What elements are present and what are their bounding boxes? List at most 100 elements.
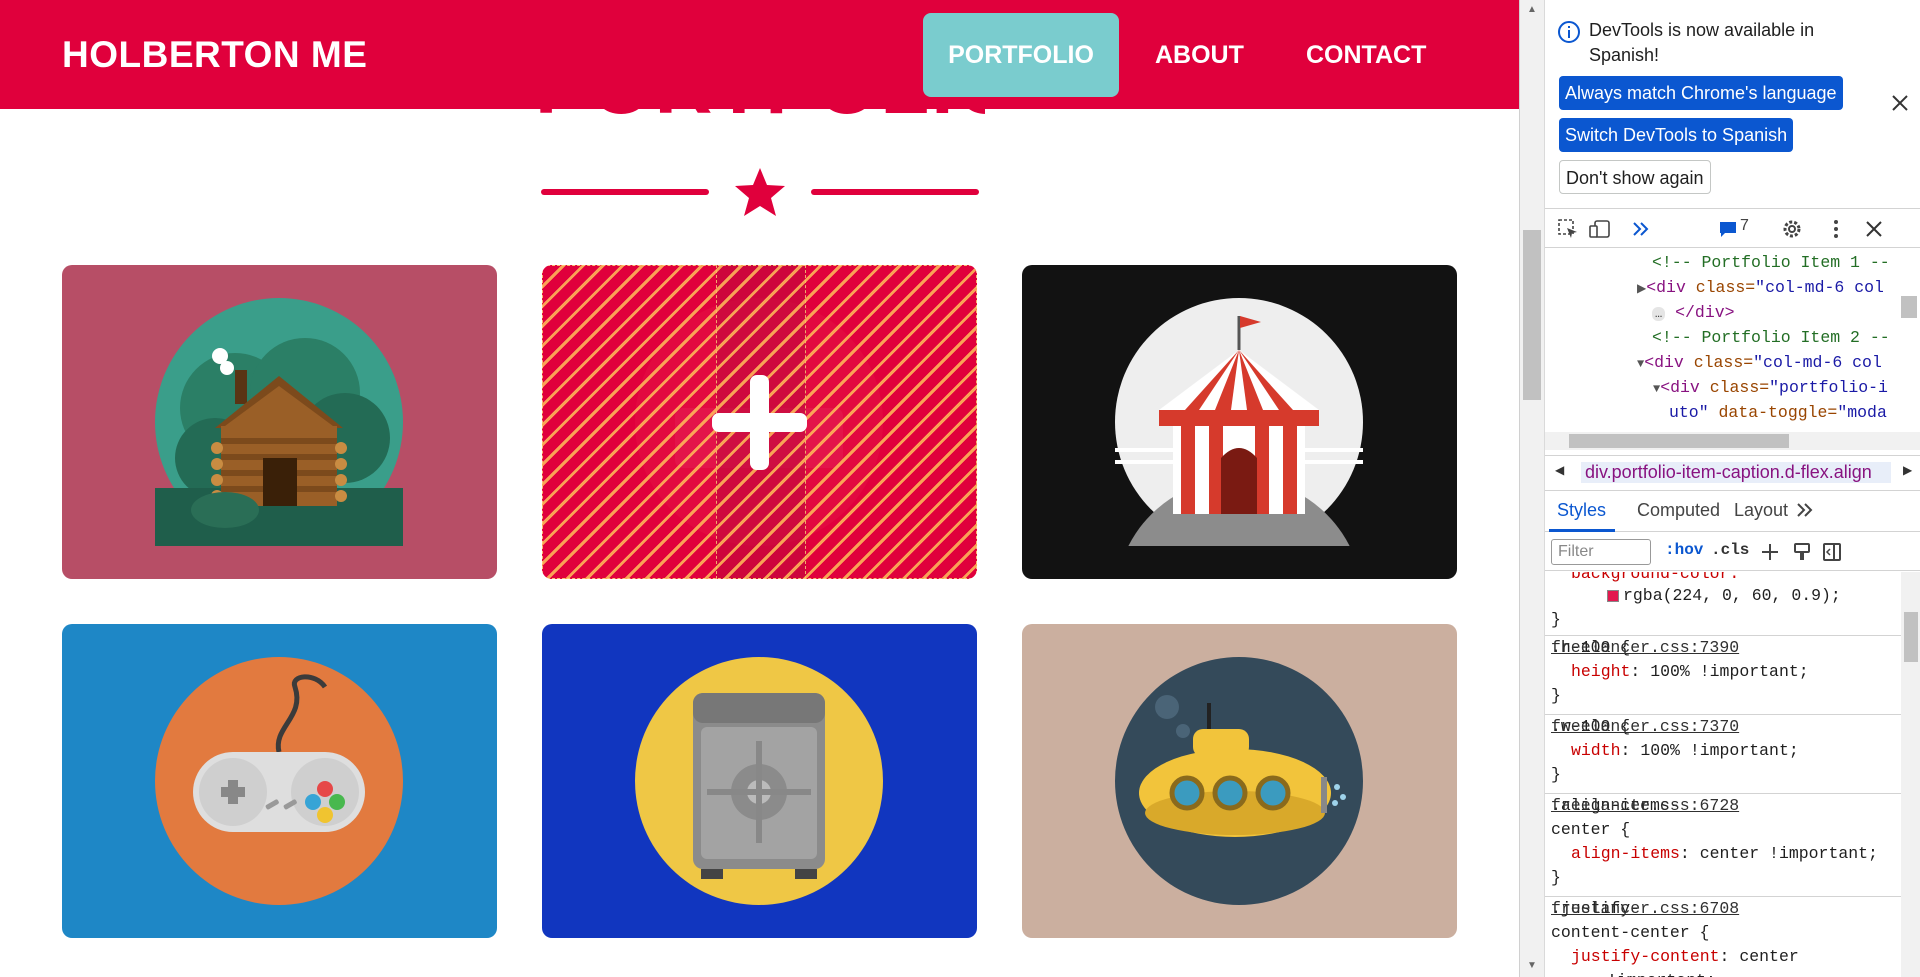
divider-line-left: [541, 189, 709, 195]
css-selector-cont[interactable]: content-center {: [1551, 921, 1709, 945]
device-toolbar-icon[interactable]: [1589, 218, 1611, 240]
tree-scrollbar-thumb[interactable]: [1901, 296, 1917, 318]
css-source-link[interactable]: freelancer.css:7370: [1551, 715, 1897, 739]
close-icon[interactable]: [1889, 92, 1911, 114]
css-property-value[interactable]: rgba(224, 0, 60, 0.9);: [1607, 584, 1841, 608]
settings-gear-icon[interactable]: [1781, 218, 1803, 240]
breadcrumb-right-arrow-icon[interactable]: ▶: [1903, 463, 1912, 477]
css-value-text: : center: [1719, 947, 1799, 966]
styles-filter-input[interactable]: Filter: [1551, 539, 1651, 565]
css-property-name: align-items: [1571, 844, 1680, 863]
css-source-link[interactable]: freelancer.css:7390: [1551, 636, 1897, 660]
portfolio-item-submarine[interactable]: [1022, 624, 1457, 938]
hov-toggle-button[interactable]: :hov: [1665, 541, 1703, 559]
css-value-text: : 100% !important;: [1620, 741, 1799, 760]
scroll-up-arrow-icon[interactable]: ▲: [1527, 4, 1537, 15]
dont-show-again-button[interactable]: Don't show again: [1559, 160, 1711, 194]
inspect-element-icon[interactable]: [1557, 218, 1579, 240]
brand-link[interactable]: HOLBERTON ME: [62, 34, 367, 76]
cls-toggle-button[interactable]: .cls: [1711, 541, 1749, 559]
always-match-language-button[interactable]: Always match Chrome's language: [1559, 76, 1843, 110]
scroll-down-arrow-icon[interactable]: ▼: [1527, 960, 1537, 971]
attr-name: class=: [1695, 278, 1756, 297]
devtools-toolbar: 7: [1545, 208, 1920, 248]
nav-about[interactable]: ABOUT: [1130, 13, 1269, 97]
css-source-link[interactable]: freelancer.css:6708: [1551, 897, 1897, 921]
active-tab-indicator: [1549, 529, 1615, 532]
styles-toolbar: Filter :hov .cls: [1545, 533, 1920, 571]
close-devtools-icon[interactable]: [1863, 218, 1885, 240]
styles-scrollbar[interactable]: [1901, 572, 1920, 977]
tree-node-div[interactable]: ▼<div class="col-md-6 col: [1637, 350, 1882, 375]
attr-value: "moda: [1837, 403, 1887, 422]
css-selector-cont[interactable]: center {: [1551, 818, 1630, 842]
new-style-rule-icon[interactable]: [1759, 541, 1781, 563]
tree-horizontal-scrollbar[interactable]: [1545, 432, 1920, 450]
tab-styles[interactable]: Styles: [1557, 500, 1606, 521]
portfolio-item-hovered[interactable]: [542, 265, 977, 579]
rule-close-brace: }: [1551, 868, 1561, 887]
tag-text: <div: [1646, 278, 1696, 297]
plus-icon: [712, 375, 807, 470]
breadcrumb-left-arrow-icon[interactable]: ◀: [1555, 463, 1564, 477]
attr-value: "col-md-6 col: [1755, 278, 1884, 297]
attr-value: uto": [1669, 403, 1709, 422]
cabin-illustration: [155, 298, 403, 546]
kebab-menu-icon[interactable]: [1825, 218, 1847, 240]
devtools-panel: ▲ ▼ DevTools is now available in Spanish…: [1519, 0, 1920, 977]
submarine-illustration: [1115, 657, 1363, 905]
tree-node-div[interactable]: ▼<div class="portfolio-i: [1653, 375, 1888, 400]
attr-value: "portfolio-i: [1769, 378, 1888, 397]
tab-layout[interactable]: Layout: [1734, 500, 1788, 521]
ellipsis-badge[interactable]: …: [1652, 307, 1666, 321]
breadcrumb-item[interactable]: div.portfolio-item-caption.d-flex.align: [1581, 462, 1891, 483]
tree-node-comment[interactable]: <!-- Portfolio Item 2 --: [1652, 325, 1890, 350]
css-declaration[interactable]: justify-content: center: [1571, 945, 1799, 969]
star-icon: [735, 168, 785, 216]
page-scrollbar[interactable]: ▲ ▼: [1520, 0, 1545, 977]
rule-close-brace: }: [1551, 610, 1561, 629]
navbar: HOLBERTON ME PORTFOLIO ABOUT CONTACT: [0, 0, 1519, 109]
tree-node-collapsed[interactable]: … </div>: [1652, 300, 1735, 325]
tab-computed[interactable]: Computed: [1637, 500, 1720, 521]
styles-scrollbar-thumb[interactable]: [1904, 612, 1918, 662]
page-scrollbar-thumb[interactable]: [1523, 230, 1541, 400]
issues-icon[interactable]: [1717, 218, 1739, 240]
css-value-cont: !important;: [1607, 969, 1716, 977]
nav-portfolio[interactable]: PORTFOLIO: [923, 13, 1119, 97]
circus-tent-illustration: [1115, 298, 1363, 546]
safe-illustration: [635, 657, 883, 905]
tree-node-div[interactable]: ▶<div class="col-md-6 col: [1637, 275, 1884, 300]
more-tabs-icon[interactable]: [1795, 500, 1815, 520]
portfolio-item-game[interactable]: [62, 624, 497, 938]
switch-to-spanish-button[interactable]: Switch DevTools to Spanish: [1559, 118, 1794, 152]
comment-text: <!-- Portfolio Item 2 --: [1652, 328, 1890, 347]
portfolio-item-cabin[interactable]: [62, 265, 497, 579]
elements-tree: <!-- Portfolio Item 1 -- ▶<div class="co…: [1545, 250, 1920, 430]
tag-text: <div: [1644, 353, 1694, 372]
attr-value: "col-md-6 col: [1753, 353, 1882, 372]
tree-hscroll-thumb[interactable]: [1569, 434, 1789, 448]
tree-node-comment[interactable]: <!-- Portfolio Item 1 --: [1652, 250, 1890, 275]
css-declaration[interactable]: width: 100% !important;: [1571, 739, 1799, 763]
expand-arrow-icon[interactable]: ▶: [1637, 282, 1646, 296]
rule-close-brace: }: [1551, 686, 1561, 705]
css-property-name: justify-content: [1571, 947, 1720, 966]
tag-text: <div: [1660, 378, 1710, 397]
css-source-link[interactable]: freelancer.css:6728: [1551, 794, 1897, 818]
css-value-text: : center !important;: [1679, 844, 1878, 863]
nav-contact[interactable]: CONTACT: [1281, 13, 1451, 97]
paint-brush-icon[interactable]: [1791, 541, 1813, 563]
infobar-message: DevTools is now available in Spanish!: [1589, 20, 1815, 65]
attr-name: data-toggle=: [1708, 403, 1838, 422]
css-declaration[interactable]: height: 100% !important;: [1571, 660, 1809, 684]
tree-node-continuation[interactable]: uto" data-toggle="moda: [1669, 400, 1887, 425]
portfolio-item-circus[interactable]: [1022, 265, 1457, 579]
toggle-sidebar-icon[interactable]: [1821, 541, 1843, 563]
css-declaration[interactable]: align-items: center !important;: [1571, 842, 1878, 866]
issues-count[interactable]: 7: [1740, 217, 1749, 235]
more-tabs-icon[interactable]: [1630, 218, 1652, 240]
color-swatch[interactable]: [1607, 589, 1619, 602]
language-infobar: DevTools is now available in Spanish! Al…: [1545, 0, 1920, 205]
portfolio-item-safe[interactable]: [542, 624, 977, 938]
